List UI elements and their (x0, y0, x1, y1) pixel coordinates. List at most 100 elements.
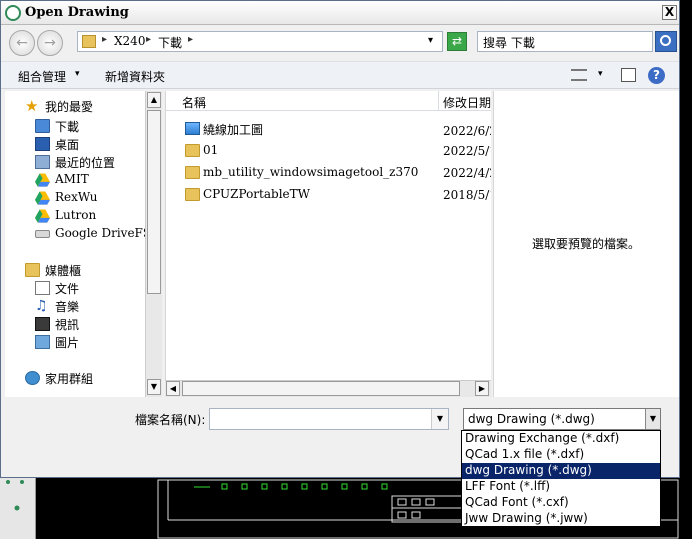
recent-places-icon (35, 155, 50, 169)
star-icon: ★ (25, 97, 39, 115)
google-drive-icon (35, 173, 50, 187)
file-name: CPUZPortableTW (203, 187, 310, 201)
preview-pane-icon[interactable] (621, 68, 636, 82)
preview-pane: 選取要預覽的檔案。 (493, 91, 679, 397)
file-type-option-jww[interactable]: Jww Drawing (*.jww) (462, 511, 660, 527)
view-options-icon[interactable] (571, 69, 587, 81)
downloads-folder-icon (35, 119, 50, 133)
scroll-right-button[interactable]: ▶ (475, 381, 489, 396)
file-type-selected-value: dwg Drawing (*.dwg) (468, 412, 595, 426)
breadcrumb-separator[interactable]: ▸ (102, 34, 107, 45)
search-input[interactable]: 搜尋 下載 (477, 31, 653, 52)
drive-disk-icon (35, 230, 50, 238)
address-history-dropdown[interactable]: ▾ (428, 35, 433, 46)
sidebar-item-label: AMIT (55, 172, 89, 186)
file-type-option-list: Drawing Exchange (*.dxf) QCad 1.x file (… (461, 430, 661, 527)
scroll-down-button[interactable]: ▼ (147, 379, 161, 395)
new-folder-button[interactable]: 新增資料夾 (105, 68, 165, 85)
documents-icon (35, 281, 50, 295)
folder-icon (185, 166, 200, 179)
pictures-icon (35, 335, 50, 349)
sidebar-item-label: 下載 (55, 120, 80, 134)
search-icon (660, 35, 671, 46)
sidebar-item-label: RexWu (55, 190, 98, 204)
scroll-left-button[interactable]: ◀ (166, 381, 180, 396)
sidebar-item-label: 家用群組 (45, 372, 94, 386)
file-type-option-dwg[interactable]: dwg Drawing (*.dwg) (462, 463, 660, 479)
sidebar-item-label: 媒體櫃 (45, 264, 82, 278)
file-type-select[interactable]: dwg Drawing (*.dwg) ▼ (463, 408, 661, 430)
title-bar: Open Drawing X (1, 1, 679, 25)
chevron-down-icon[interactable]: ▾ (598, 69, 603, 79)
file-type-option-cxf[interactable]: QCad Font (*.cxf) (462, 495, 660, 511)
sidebar-item-label: 我的最愛 (45, 100, 94, 114)
file-row[interactable]: CPUZPortableTW 2018/5/14 (166, 186, 491, 206)
breadcrumb-separator[interactable]: ▸ (188, 34, 193, 45)
sidebar-item-label: 桌面 (55, 138, 80, 152)
refresh-button[interactable]: ⇄ (447, 32, 467, 51)
file-type-option-lff[interactable]: LFF Font (*.lff) (462, 479, 660, 495)
app-logo-icon (5, 5, 21, 21)
breadcrumb-x240[interactable]: X240 (114, 34, 145, 48)
file-date: 2022/4/29 (443, 166, 491, 180)
breadcrumb-downloads[interactable]: 下載 (158, 34, 182, 51)
file-list: 名稱 修改日期 繞線加工圖 2022/6/2 下 01 2022/5/13 mb… (165, 91, 491, 397)
file-name-dropdown-button[interactable]: ▼ (431, 409, 448, 429)
file-name: mb_utility_windowsimagetool_z370 (203, 165, 419, 179)
folder-icon (82, 35, 96, 48)
file-type-option-dxf[interactable]: Drawing Exchange (*.dxf) (462, 431, 660, 447)
file-name: 01 (203, 143, 219, 157)
column-divider[interactable] (438, 91, 439, 111)
google-drive-icon (35, 209, 50, 223)
navigation-scrollbar[interactable]: ▲ ▼ (145, 91, 162, 397)
command-toolbar: 組合管理 ▾ 新增資料夾 ▾ ? (1, 61, 679, 89)
sidebar-item-label: Lutron (55, 208, 97, 222)
file-list-horizontal-scrollbar[interactable]: ◀ ▶ (165, 380, 491, 397)
sidebar-item-label: 最近的位置 (55, 156, 116, 170)
folder-icon (185, 144, 200, 157)
scroll-thumb[interactable] (182, 381, 460, 396)
file-date: 2022/5/13 (443, 144, 491, 158)
forward-button[interactable]: → (37, 30, 63, 56)
column-header-name[interactable]: 名稱 (182, 94, 206, 111)
file-name: 繞線加工圖 (203, 123, 264, 137)
address-bar[interactable]: ▸ X240 ▸ 下載 ▸ ▾ (77, 31, 443, 52)
file-date: 2022/6/2 下 (443, 124, 491, 138)
chevron-down-icon[interactable]: ▾ (75, 69, 80, 79)
videos-icon (35, 317, 50, 331)
sidebar-item-label: 文件 (55, 282, 80, 296)
libraries-icon (25, 263, 40, 277)
sidebar-item-label: 視訊 (55, 318, 80, 332)
back-button[interactable]: ← (9, 30, 35, 56)
file-name-label: 檔案名稱(N): (135, 413, 206, 427)
column-header-row: 名稱 修改日期 (166, 91, 491, 111)
dialog-title: Open Drawing (25, 5, 129, 20)
homegroup-icon (25, 371, 40, 385)
scroll-up-button[interactable]: ▲ (147, 92, 161, 108)
file-row[interactable]: 繞線加工圖 2022/6/2 下 (166, 120, 491, 140)
organize-button[interactable]: 組合管理 (18, 68, 66, 85)
sidebar-item-label: 音樂 (55, 300, 80, 314)
close-button[interactable]: X (662, 5, 677, 20)
refresh-icon: ⇄ (451, 34, 463, 48)
sidebar-item-label: 圖片 (55, 336, 80, 350)
help-button[interactable]: ? (648, 67, 665, 84)
column-header-date-modified[interactable]: 修改日期 (443, 94, 491, 111)
file-row[interactable]: mb_utility_windowsimagetool_z370 2022/4/… (166, 164, 491, 184)
breadcrumb-separator[interactable]: ▸ (146, 34, 151, 45)
scroll-thumb[interactable] (147, 110, 161, 294)
image-file-icon (185, 122, 200, 135)
desktop-icon (35, 137, 50, 151)
search-button[interactable] (655, 31, 677, 52)
navigation-pane: ★ 我的最愛 下載 桌面 最近的位置 AMIT RexWu Lutron Goo… (5, 91, 145, 397)
folder-icon (185, 188, 200, 201)
file-type-dropdown-button[interactable]: ▼ (645, 409, 660, 429)
sidebar-item-label: Google DriveFS (55, 226, 145, 240)
music-icon: ♫ (35, 298, 48, 314)
file-type-option-qcad-dxf[interactable]: QCad 1.x file (*.dxf) (462, 447, 660, 463)
file-row[interactable]: 01 2022/5/13 (166, 142, 491, 162)
google-drive-icon (35, 191, 50, 205)
file-name-input[interactable] (209, 408, 449, 430)
file-date: 2018/5/14 (443, 188, 491, 202)
open-drawing-dialog: Open Drawing X ← → ▸ X240 ▸ 下載 ▸ ▾ ⇄ 搜尋 … (0, 0, 680, 478)
